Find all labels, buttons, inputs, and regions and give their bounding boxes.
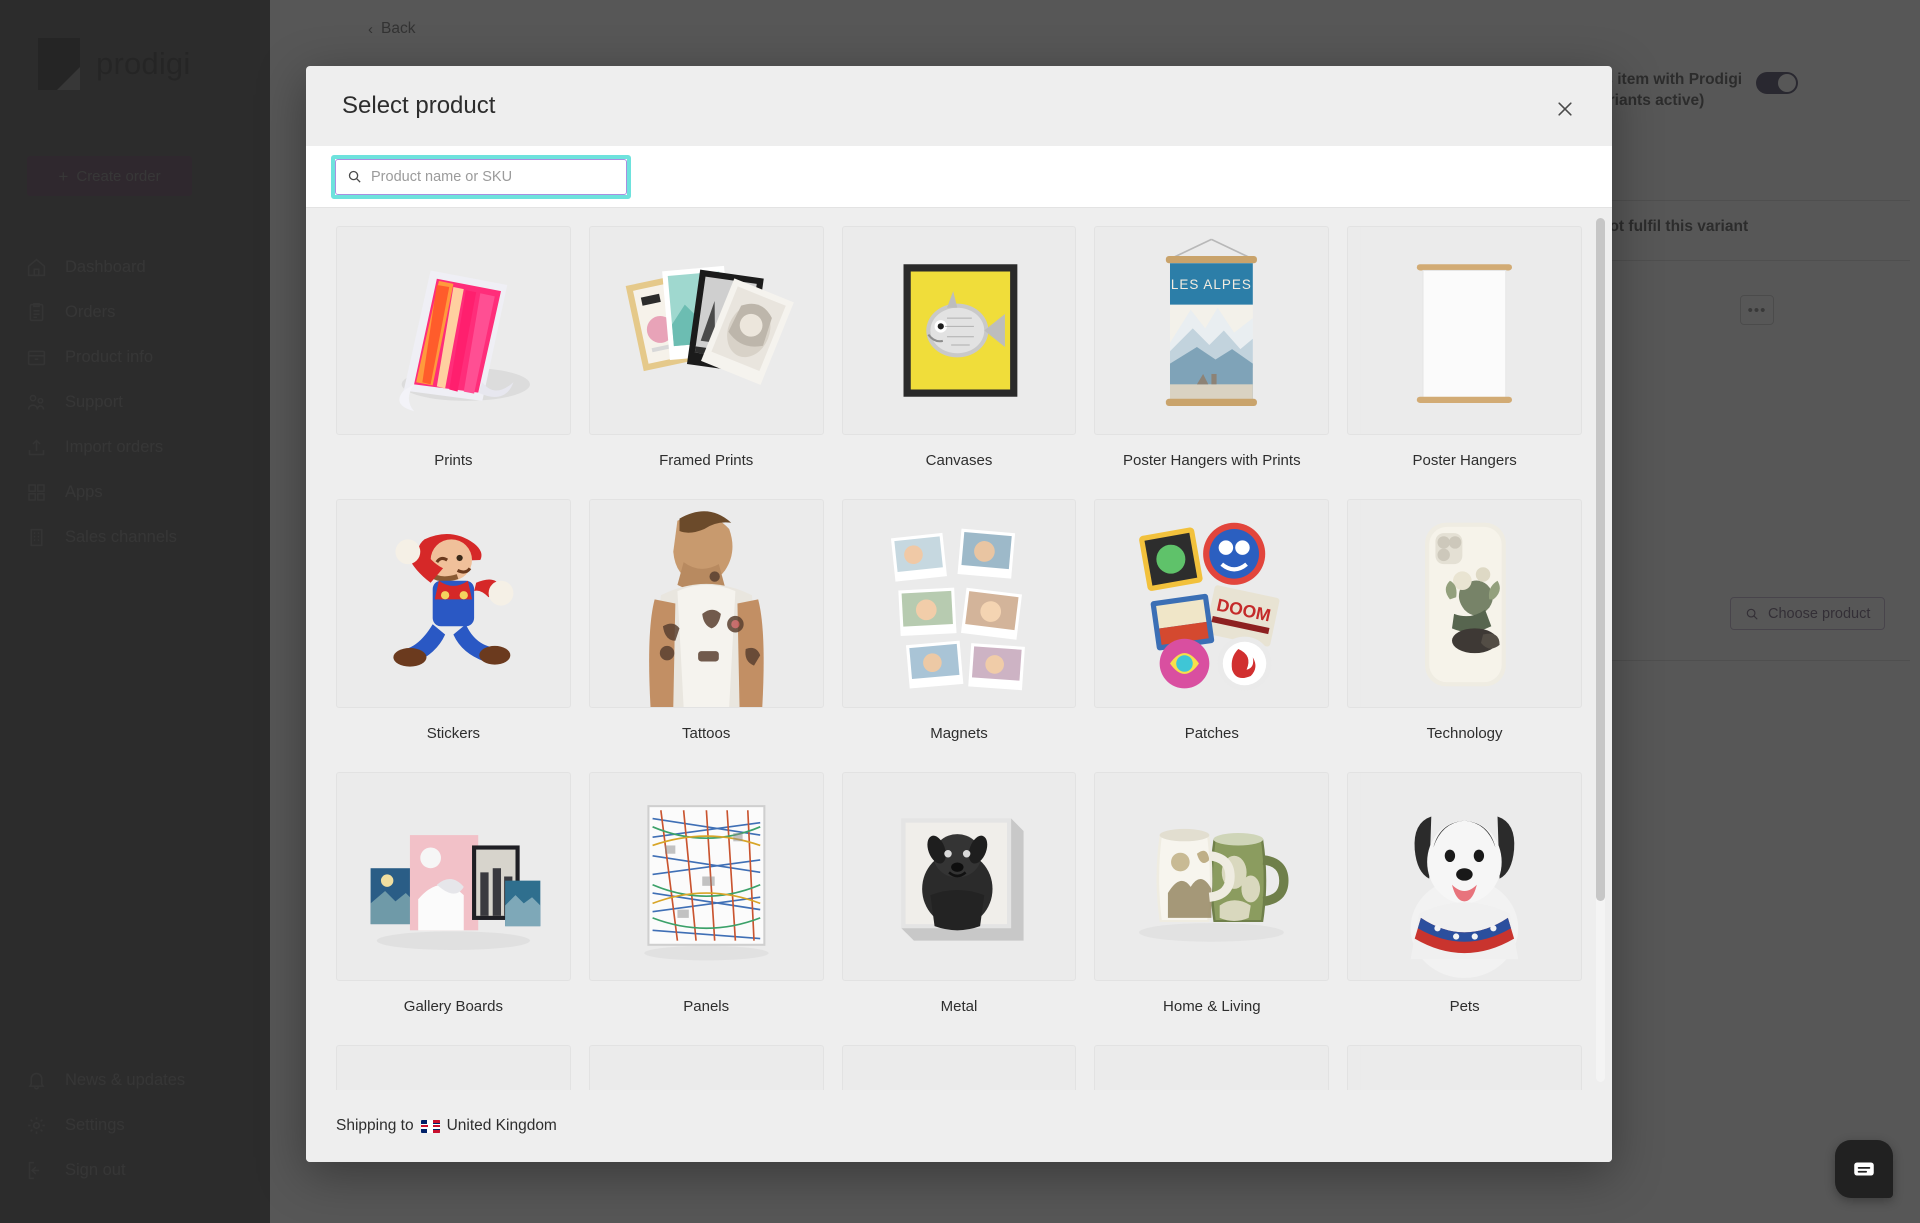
- product-label: Home & Living: [1163, 998, 1261, 1015]
- poster-blank-art: [1361, 227, 1569, 434]
- scrollbar-track[interactable]: [1596, 218, 1605, 1082]
- product-thumbnail: [1094, 1045, 1330, 1090]
- product-tile-partial-3[interactable]: [841, 1045, 1077, 1090]
- product-label: Panels: [683, 998, 730, 1015]
- product-tile-framed-prints[interactable]: Framed Prints: [588, 226, 824, 499]
- product-tile-pets[interactable]: Pets: [1347, 772, 1582, 1045]
- chat-bubble-icon: [1854, 1162, 1874, 1176]
- partial-a-art: [349, 1046, 557, 1090]
- pet-dog-art: [1361, 773, 1569, 980]
- product-tile-prints[interactable]: Prints: [336, 226, 571, 499]
- print-roll-art: [349, 227, 557, 434]
- search-input[interactable]: [371, 168, 615, 185]
- product-thumbnail: [588, 772, 824, 981]
- product-thumbnail: [588, 1045, 824, 1090]
- product-tile-canvases[interactable]: Canvases: [841, 226, 1077, 499]
- gallery-boards-art: [349, 773, 557, 980]
- phone-case-art: [1361, 500, 1569, 707]
- product-label: Patches: [1184, 725, 1239, 742]
- metal-dog-art: [855, 773, 1063, 980]
- search-box[interactable]: [335, 158, 627, 195]
- product-tile-poster-hangers-with-prints[interactable]: LES ALPES Poster Hangers with Prints: [1094, 226, 1330, 499]
- product-thumbnail: [336, 499, 571, 708]
- shipping-prefix-label: Shipping to: [336, 1117, 414, 1134]
- shipping-country-label: United Kingdom: [446, 1117, 557, 1134]
- product-thumbnail: [336, 1045, 571, 1090]
- product-tile-poster-hangers[interactable]: Poster Hangers: [1347, 226, 1582, 499]
- product-thumbnail: [588, 499, 824, 708]
- product-thumbnail: LES ALPES: [1094, 226, 1330, 435]
- canvas-fish-art: [855, 227, 1063, 434]
- product-tile-patches[interactable]: DOOM Patches: [1094, 499, 1330, 772]
- framed-prints-art: [602, 227, 810, 434]
- scrollbar-thumb[interactable]: [1596, 218, 1605, 901]
- product-tile-magnets[interactable]: Magnets: [841, 499, 1077, 772]
- partial-mouse-art: [1108, 1046, 1316, 1090]
- search-row: [306, 146, 1612, 208]
- product-tile-panels[interactable]: Panels: [588, 772, 824, 1045]
- product-label: Poster Hangers: [1412, 452, 1517, 469]
- product-thumbnail: [336, 772, 571, 981]
- product-thumbnail: [841, 499, 1077, 708]
- product-thumbnail: DOOM: [1094, 499, 1330, 708]
- partial-e-art: [1361, 1046, 1569, 1090]
- partial-tshirt-art: [855, 1046, 1063, 1090]
- tattoo-man-art: [602, 500, 810, 707]
- partial-b-art: [602, 1046, 810, 1090]
- product-label: Metal: [940, 998, 978, 1015]
- select-product-modal: Select product Product name or SKU Print…: [306, 66, 1612, 1162]
- svg-text:LES ALPES: LES ALPES: [1171, 277, 1252, 292]
- chat-widget-button[interactable]: [1835, 1140, 1893, 1198]
- product-thumbnail: [1347, 1045, 1582, 1090]
- modal-title: Select product: [342, 92, 496, 119]
- search-icon: [348, 170, 361, 183]
- product-tile-partial-1[interactable]: [336, 1045, 571, 1090]
- product-label: Pets: [1449, 998, 1480, 1015]
- uk-flag-icon: [420, 1119, 440, 1133]
- product-label: Framed Prints: [659, 452, 754, 469]
- modal-footer: Shipping to United Kingdom: [306, 1090, 1612, 1162]
- product-thumbnail: [841, 226, 1077, 435]
- patches-art: DOOM: [1108, 500, 1316, 707]
- close-icon[interactable]: [1548, 92, 1582, 126]
- product-tile-tattoos[interactable]: Tattoos: [588, 499, 824, 772]
- sticker-mario-art: [349, 500, 557, 707]
- product-tile-stickers[interactable]: Stickers: [336, 499, 571, 772]
- product-thumbnail: [841, 772, 1077, 981]
- product-tile-metal[interactable]: Metal: [841, 772, 1077, 1045]
- product-grid: Prints Framed Prints Canvases LES ALPES …: [336, 226, 1582, 1090]
- product-thumbnail: [1347, 772, 1582, 981]
- product-tile-partial-2[interactable]: [588, 1045, 824, 1090]
- modal-header: Select product: [306, 66, 1612, 146]
- search-focus-ring: [331, 154, 631, 199]
- mugs-art: [1108, 773, 1316, 980]
- product-grid-scroll-area[interactable]: Prints Framed Prints Canvases LES ALPES …: [306, 208, 1612, 1090]
- product-label: Stickers: [426, 725, 481, 742]
- poster-alpes-art: LES ALPES: [1108, 227, 1316, 434]
- product-label: Tattoos: [682, 725, 731, 742]
- product-tile-partial-5[interactable]: [1347, 1045, 1582, 1090]
- product-thumbnail: [588, 226, 824, 435]
- panel-map-art: [602, 773, 810, 980]
- magnets-photos-art: [855, 500, 1063, 707]
- product-label: Canvases: [925, 452, 993, 469]
- product-label: Technology: [1426, 725, 1503, 742]
- product-label: Gallery Boards: [403, 998, 503, 1015]
- product-thumbnail: [336, 226, 571, 435]
- product-label: Poster Hangers with Prints: [1123, 452, 1301, 469]
- product-thumbnail: [841, 1045, 1077, 1090]
- product-thumbnail: [1347, 226, 1582, 435]
- product-thumbnail: [1094, 772, 1330, 981]
- product-tile-technology[interactable]: Technology: [1347, 499, 1582, 772]
- product-tile-partial-4[interactable]: [1094, 1045, 1330, 1090]
- product-tile-home-living[interactable]: Home & Living: [1094, 772, 1330, 1045]
- product-label: Prints: [434, 452, 473, 469]
- product-thumbnail: [1347, 499, 1582, 708]
- product-tile-gallery-boards[interactable]: Gallery Boards: [336, 772, 571, 1045]
- product-label: Magnets: [930, 725, 988, 742]
